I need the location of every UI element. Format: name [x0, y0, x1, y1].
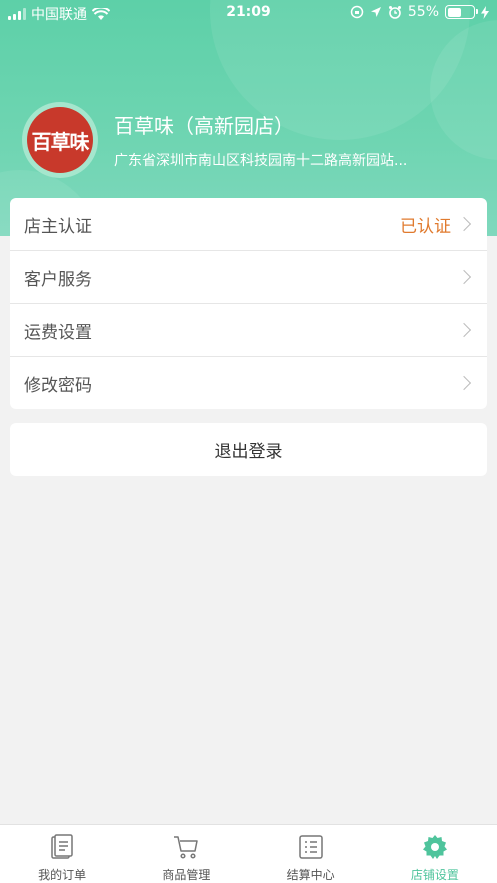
store-avatar[interactable]: 百草味 — [22, 102, 98, 178]
chevron-right-icon — [456, 269, 472, 285]
location-icon — [370, 7, 381, 17]
menu-item-owner-verification[interactable]: 店主认证 已认证 — [10, 198, 487, 251]
lock-rotation-icon — [350, 5, 364, 19]
status-bar: 中国联通 21:09 55% — [0, 0, 497, 26]
bottom-tab-bar: 我的订单 商品管理 结算中心 店铺设置 — [0, 824, 497, 883]
cart-icon — [174, 836, 199, 859]
store-name: 百草味（高新园店） — [114, 114, 294, 138]
verification-status: 已认证 — [400, 216, 451, 237]
gear-icon — [422, 835, 447, 859]
tab-label: 店铺设置 — [410, 868, 459, 882]
battery-percent: 55% — [407, 4, 439, 20]
menu-item-label: 运费设置 — [24, 322, 92, 343]
chevron-right-icon — [456, 322, 472, 338]
tab-label: 我的订单 — [38, 868, 87, 882]
tab-store-settings[interactable]: 店铺设置 — [373, 825, 497, 883]
charging-icon — [481, 5, 489, 19]
menu-item-shipping-settings[interactable]: 运费设置 — [10, 304, 487, 357]
battery-icon — [445, 5, 478, 19]
logout-button[interactable]: 退出登录 — [10, 423, 487, 476]
tab-label: 商品管理 — [162, 868, 211, 882]
menu-item-label: 店主认证 — [24, 216, 92, 237]
store-address: 广东省深圳市南山区科技园南十二路高新园站... — [114, 153, 408, 169]
orders-icon — [51, 834, 73, 859]
store-logo: 百草味 — [27, 107, 93, 173]
battery-level — [447, 7, 462, 17]
settlement-icon — [298, 835, 323, 859]
tab-my-orders[interactable]: 我的订单 — [0, 825, 124, 883]
tab-settlement-center[interactable]: 结算中心 — [249, 825, 373, 883]
alarm-icon — [388, 6, 401, 19]
menu-item-label: 客户服务 — [24, 269, 92, 290]
tab-product-management[interactable]: 商品管理 — [124, 825, 248, 883]
chevron-right-icon — [456, 216, 472, 232]
settings-menu: 店主认证 已认证 客户服务 运费设置 修改密码 — [10, 198, 487, 409]
tab-label: 结算中心 — [286, 868, 335, 882]
chevron-right-icon — [456, 375, 472, 391]
menu-item-customer-service[interactable]: 客户服务 — [10, 251, 487, 304]
menu-item-label: 修改密码 — [24, 375, 92, 396]
menu-item-change-password[interactable]: 修改密码 — [10, 357, 487, 409]
